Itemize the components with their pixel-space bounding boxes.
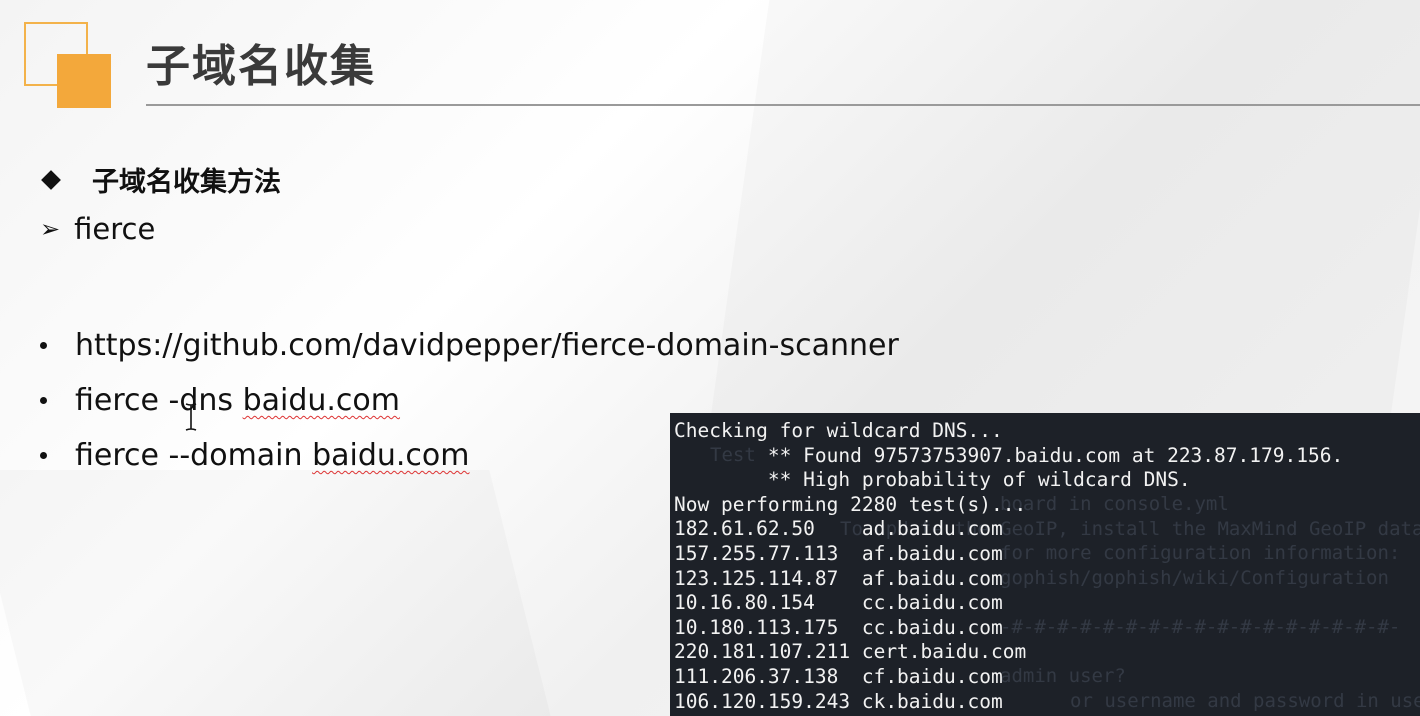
logo-fill-square: [57, 54, 111, 108]
diamond-bullet-icon: [41, 169, 61, 190]
misspelled-word: baidu.com: [312, 438, 470, 473]
bullet-dot-icon: [40, 342, 47, 349]
github-url: https://github.com/davidpepper/fierce-do…: [75, 328, 899, 363]
misspelled-word: baidu.com: [242, 383, 401, 418]
tool-item: ➢ fierce: [40, 212, 155, 246]
terminal-line: 157.255.77.113 af.baidu.com: [674, 541, 1003, 565]
terminal-line: 220.181.107.211 cert.baidu.com: [674, 640, 1027, 664]
title-divider: [146, 104, 1420, 106]
terminal-line: ** High probability of wildcard DNS.: [674, 468, 1191, 492]
list-item: https://github.com/davidpepper/fierce-do…: [38, 318, 899, 373]
arrow-bullet-icon: ➢: [40, 215, 61, 243]
terminal-line: 10.180.113.175 cc.baidu.com: [674, 615, 1003, 639]
slide-title: 子域名收集: [146, 41, 376, 92]
terminal-line: 123.125.114.87 af.baidu.com: [674, 566, 1003, 590]
command-dns: fierce -dns baidu.com: [75, 383, 401, 418]
command-text: fierce -dns baidu.com: [75, 383, 400, 418]
terminal-line: 111.206.37.138 cf.baidu.com: [674, 664, 1003, 688]
terminal-line: 106.120.159.243 ck.baidu.com: [674, 689, 1003, 713]
command-domain: fierce --domain baidu.com: [75, 438, 470, 473]
terminal-output-panel: Test board in console.yml To update the …: [670, 413, 1420, 716]
terminal-line: Now performing 2280 test(s)...: [674, 492, 1027, 516]
background-shape: [0, 470, 551, 716]
text-cursor-icon: [185, 403, 197, 431]
section-heading-text: 子域名收集方法: [92, 167, 281, 198]
slide-logo: [24, 22, 114, 112]
terminal-line: ** Found 97573753907.baidu.com at 223.87…: [674, 443, 1344, 467]
terminal-line: 10.16.80.154 cc.baidu.com: [674, 591, 1003, 615]
terminal-line: 182.61.62.50 ad.baidu.com: [674, 517, 1003, 541]
section-heading: 子域名收集方法: [40, 160, 281, 199]
tool-name: fierce: [74, 212, 156, 246]
terminal-line: Checking for wildcard DNS...: [674, 419, 1003, 442]
bullet-dot-icon: [40, 397, 47, 404]
bullet-dot-icon: [40, 452, 47, 459]
